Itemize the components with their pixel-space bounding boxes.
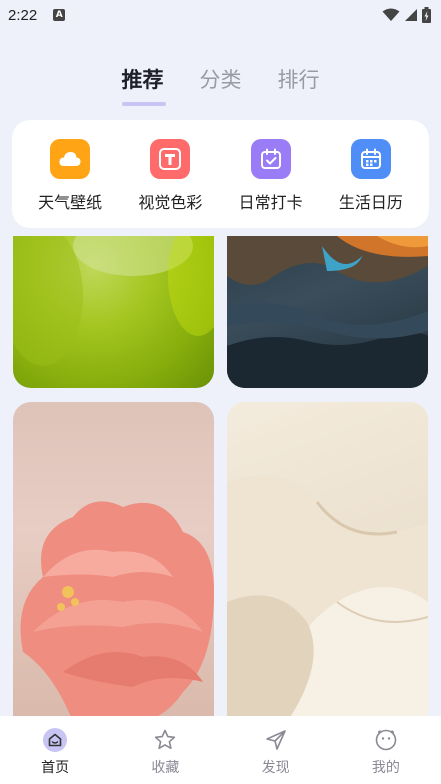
face-icon [373,727,399,753]
shortcut-daily-checkin[interactable]: 日常打卡 [225,120,317,228]
shortcut-weather-wallpaper[interactable]: 天气壁纸 [24,120,116,228]
shortcut-visual-color[interactable]: 视觉色彩 [124,120,216,228]
wallpaper-tile-silk[interactable] [227,402,428,722]
wallpaper-image [227,475,428,722]
calendar-icon [350,139,391,179]
send-icon [263,727,289,753]
home-icon [42,727,68,753]
nav-label: 发现 [261,760,290,776]
wallpaper-image [20,501,214,722]
shortcut-label: 日常打卡 [238,193,303,212]
nav-label: 我的 [371,760,400,776]
wallpaper-tile-green[interactable] [13,236,214,388]
star-icon [152,727,178,753]
wallpaper-tile-mountain[interactable] [227,236,428,388]
calendar-check-icon [250,139,291,179]
wallpaper-image [13,236,214,366]
wallpaper-image [227,236,428,388]
shortcut-label: 视觉色彩 [138,193,203,212]
nav-label: 首页 [41,760,70,776]
wallpaper-grid [0,0,441,784]
shortcut-life-calendar[interactable]: 生活日历 [325,120,417,228]
nav-discover[interactable]: 发现 [236,716,316,784]
shortcut-label: 生活日历 [338,193,403,212]
nav-favorites[interactable]: 收藏 [125,716,205,784]
shortcut-card: 天气壁纸 视觉色彩 日常打卡 生活日历 [12,120,429,228]
letter-t-icon [150,139,191,179]
bottom-nav: 首页 收藏 发现 我的 [0,716,441,784]
wallpaper-tile-flower[interactable] [13,402,214,722]
shortcut-label: 天气壁纸 [38,193,103,212]
nav-home[interactable]: 首页 [15,716,95,784]
nav-profile[interactable]: 我的 [346,716,426,784]
cloud-icon [50,139,91,179]
nav-label: 收藏 [151,760,180,776]
